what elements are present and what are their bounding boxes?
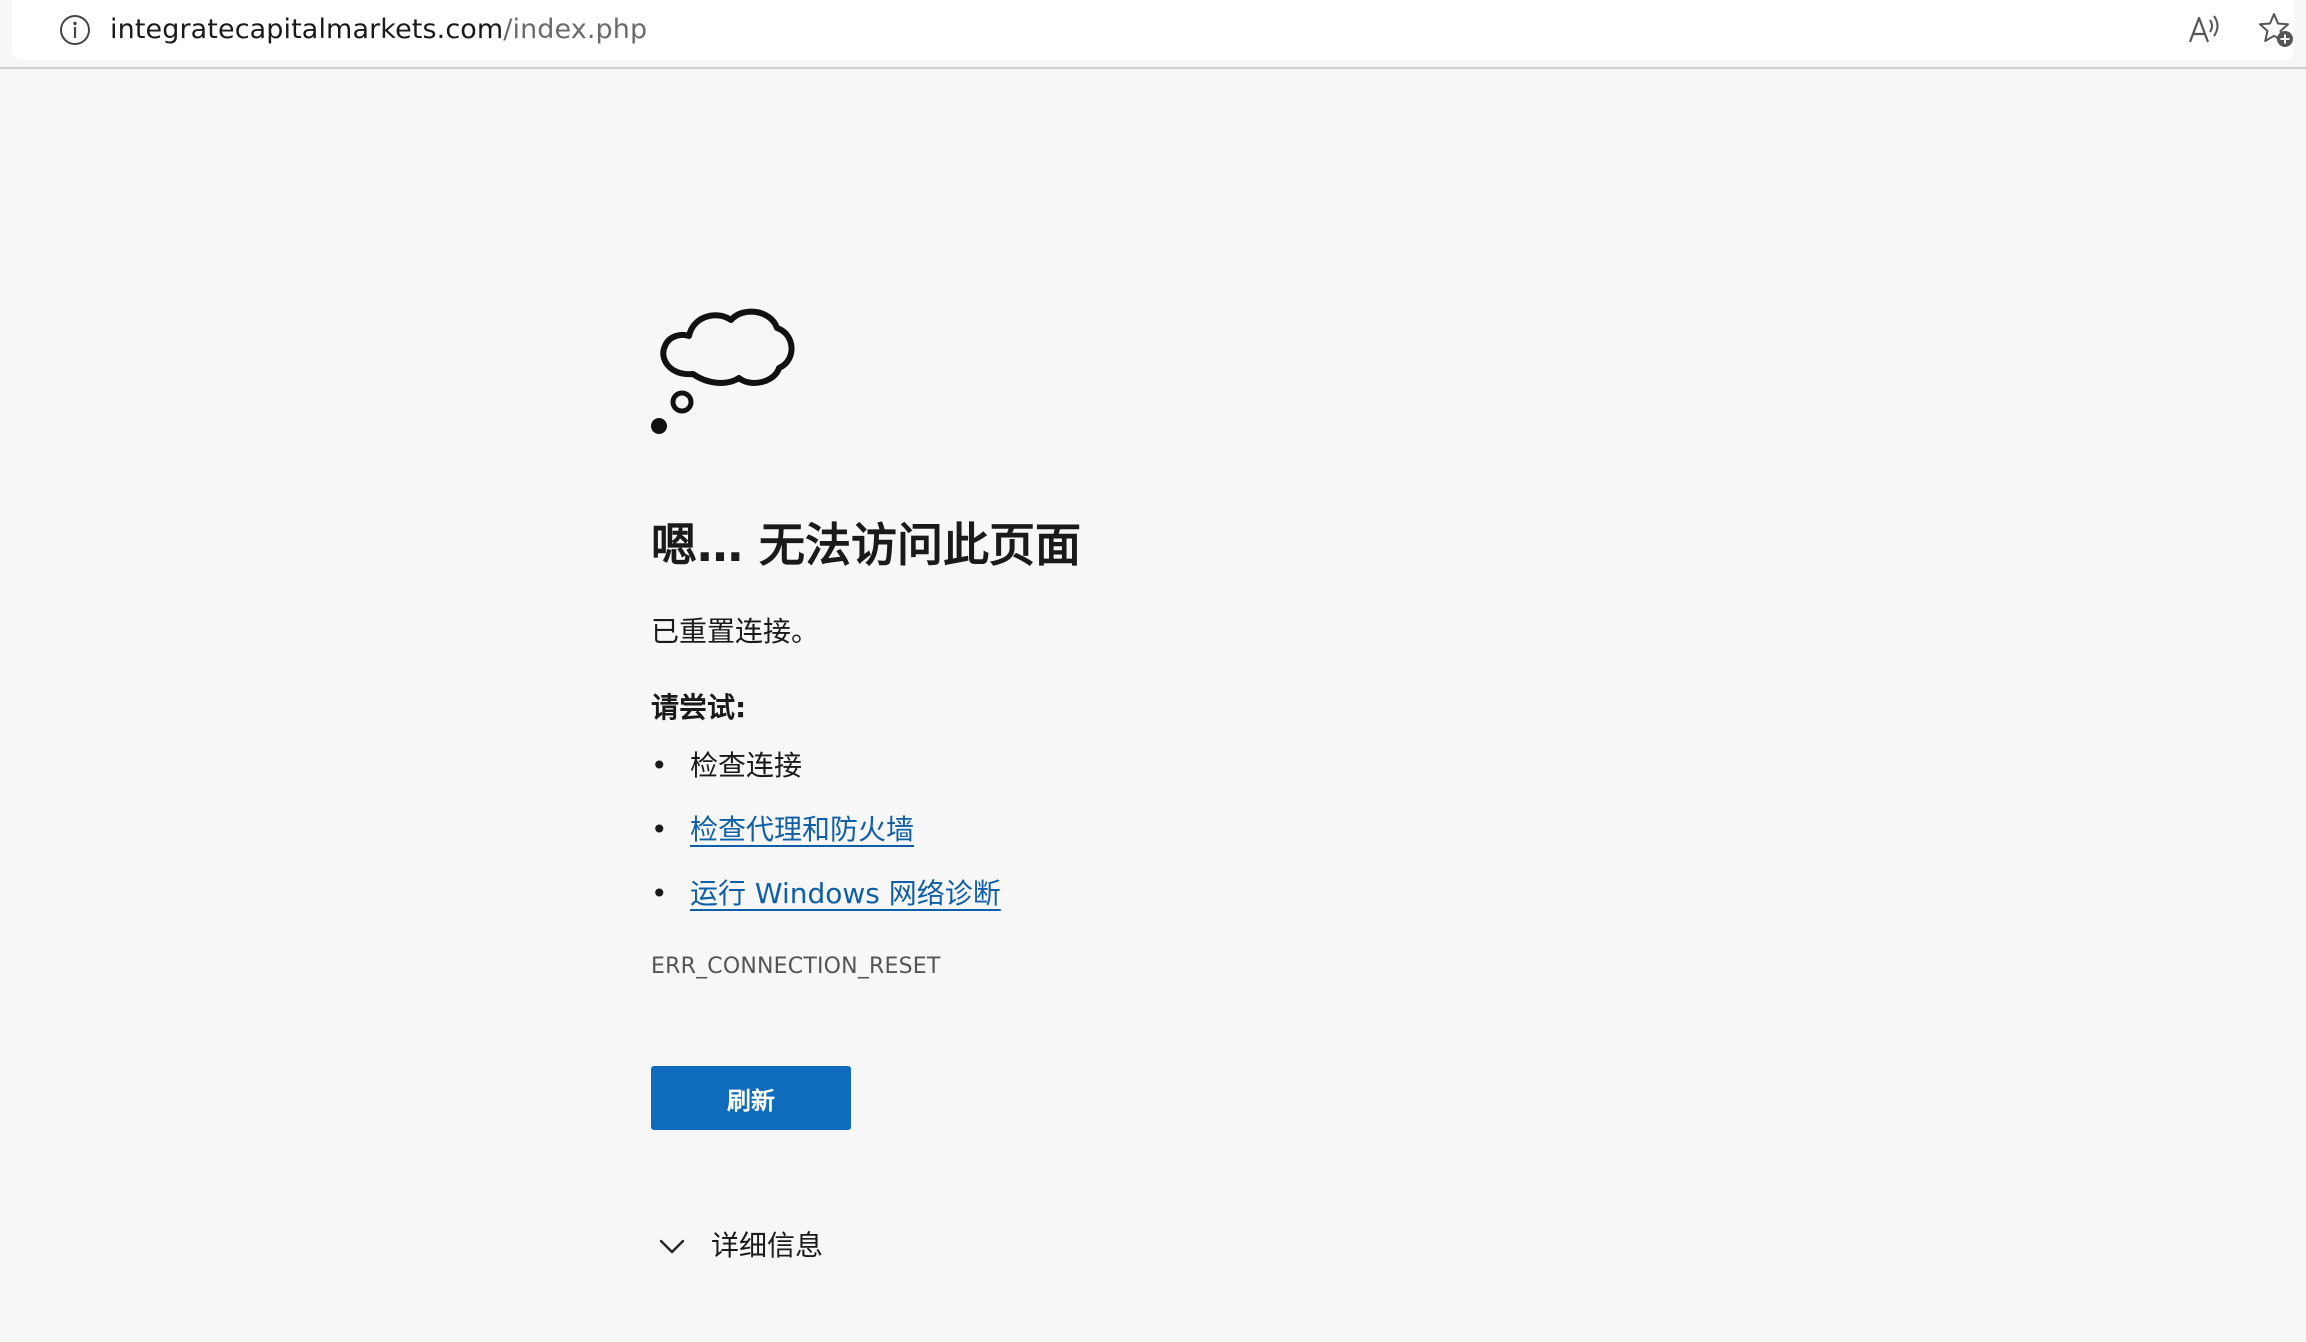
details-label: 详细信息	[711, 1229, 824, 1262]
url-host: integratecapitalmarkets.com	[110, 14, 504, 45]
error-message: 已重置连接。	[651, 615, 820, 648]
page-title: 嗯… 无法访问此页面	[651, 518, 1082, 572]
refresh-button[interactable]: 刷新	[651, 1066, 851, 1130]
browser-toolbar: integratecapitalmarkets.com/index.php	[0, 0, 2306, 69]
info-icon[interactable]	[58, 13, 92, 47]
add-favorite-icon[interactable]	[2256, 10, 2296, 50]
url-text[interactable]: integratecapitalmarkets.com/index.php	[110, 12, 647, 48]
error-code: ERR_CONNECTION_RESET	[651, 954, 941, 979]
run-network-diagnostics-link[interactable]: 运行 Windows 网络诊断	[690, 877, 1001, 910]
bullet: •	[651, 749, 668, 782]
read-aloud-icon[interactable]	[2184, 10, 2224, 50]
url-path: /index.php	[503, 14, 648, 45]
suggestion-list: • 检查连接 • 检查代理和防火墙 • 运行 Windows 网络诊断	[651, 748, 1751, 940]
chevron-down-icon	[659, 1239, 685, 1254]
suggestion-check-proxy-firewall: • 检查代理和防火墙	[651, 812, 1751, 876]
address-bar[interactable]: integratecapitalmarkets.com/index.php	[12, 0, 2294, 60]
try-title: 请尝试:	[651, 691, 747, 724]
bullet: •	[651, 877, 668, 910]
suggestion-check-connection: • 检查连接	[651, 748, 1751, 812]
error-content: 嗯… 无法访问此页面 已重置连接。 请尝试: • 检查连接 • 检查代理和防火墙…	[651, 286, 1751, 1264]
suggestion-run-diagnostics: • 运行 Windows 网络诊断	[651, 876, 1751, 940]
thought-bubble-icon	[651, 308, 795, 434]
suggestion-text: 检查连接	[690, 749, 803, 782]
details-toggle[interactable]: 详细信息	[655, 1228, 1751, 1264]
check-proxy-firewall-link[interactable]: 检查代理和防火墙	[690, 813, 914, 846]
bullet: •	[651, 813, 668, 846]
